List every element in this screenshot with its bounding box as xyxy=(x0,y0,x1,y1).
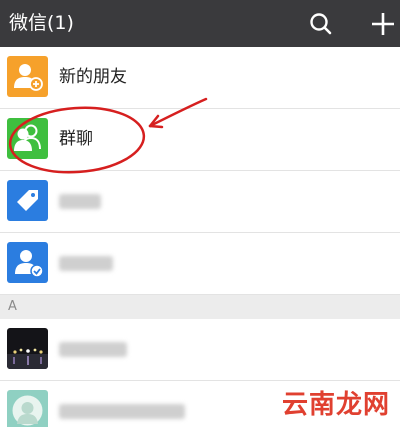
plus-icon[interactable] xyxy=(366,7,400,41)
group-chat-item[interactable]: 群聊 xyxy=(0,109,400,171)
search-icon[interactable] xyxy=(304,7,338,41)
contact-avatar-person xyxy=(7,390,48,427)
contact-row[interactable] xyxy=(0,319,400,381)
contact-name-blurred xyxy=(59,404,185,419)
new-friends-label: 新的朋友 xyxy=(59,67,127,87)
section-header: A xyxy=(0,295,400,319)
contact-list: 新的朋友 群聊 A xyxy=(0,47,400,427)
tags-item[interactable] xyxy=(0,171,400,233)
contact-name-blurred xyxy=(59,342,127,357)
group-chat-icon xyxy=(7,118,48,159)
top-bar: 微信(1) xyxy=(0,0,400,47)
official-accounts-item[interactable] xyxy=(0,233,400,295)
group-chat-label: 群聊 xyxy=(59,129,93,149)
add-friend-icon xyxy=(7,56,48,97)
tags-label-blurred xyxy=(59,194,101,209)
contact-avatar-night xyxy=(7,328,48,369)
new-friends-item[interactable]: 新的朋友 xyxy=(0,47,400,109)
official-accounts-label-blurred xyxy=(59,256,113,271)
page-title: 微信(1) xyxy=(9,12,74,34)
tag-icon xyxy=(7,180,48,221)
official-account-icon xyxy=(7,242,48,283)
watermark: 云南龙网 xyxy=(281,390,390,420)
